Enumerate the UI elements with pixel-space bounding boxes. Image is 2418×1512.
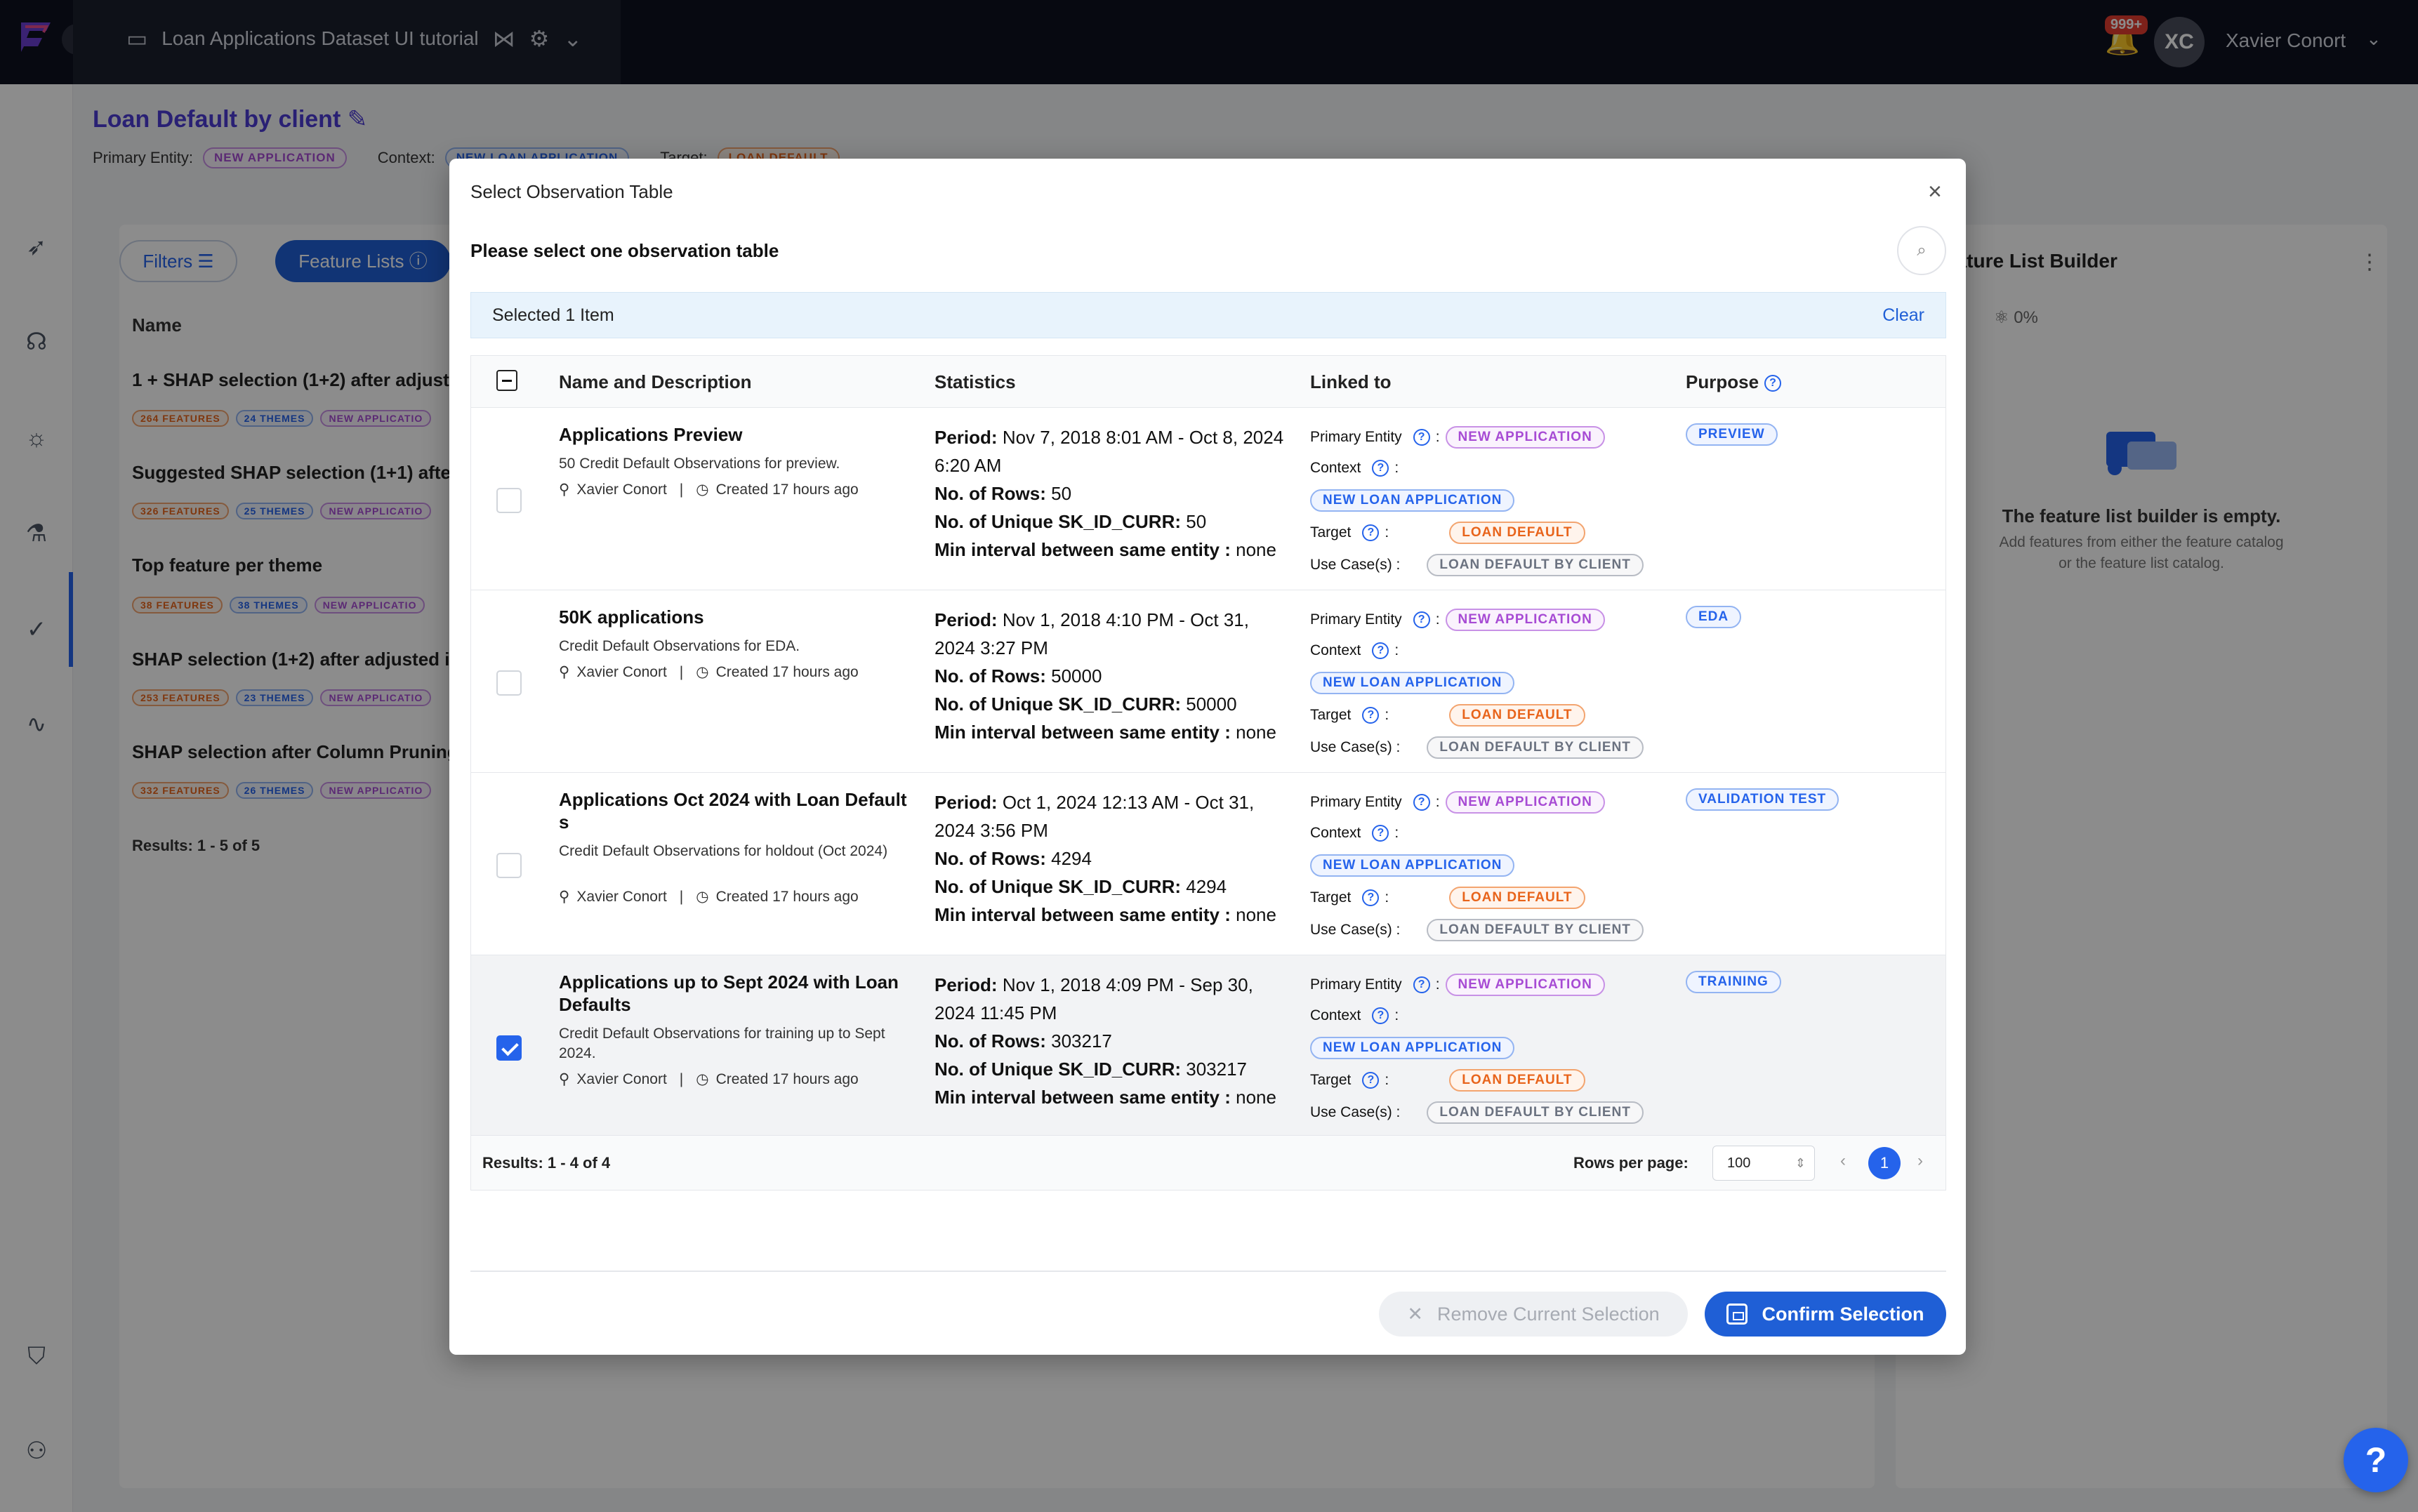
clock-icon: ◷ (696, 1071, 709, 1087)
purpose-badge: PREVIEW (1686, 423, 1778, 446)
user-icon: ⚲ (559, 482, 570, 498)
row-checkbox[interactable] (496, 670, 522, 696)
row-checkbox[interactable] (496, 488, 522, 513)
context-badge: NEW LOAN APPLICATION (1310, 489, 1515, 512)
primary-entity-badge: NEW APPLICATION (1445, 426, 1605, 449)
purpose-badge: TRAINING (1686, 971, 1781, 993)
row-description: Credit Default Observations for holdout … (559, 843, 888, 859)
results-count: Results: 1 - 4 of 4 (482, 1154, 611, 1172)
help-icon[interactable]: ? (1413, 611, 1430, 628)
clock-icon: ◷ (696, 889, 709, 905)
column-header-linked: Linked to (1310, 371, 1392, 392)
observation-table: Name and Description Statistics Linked t… (470, 355, 1946, 1191)
primary-entity-badge: NEW APPLICATION (1445, 974, 1605, 996)
help-icon[interactable]: ? (1413, 429, 1430, 446)
row-author: ⚲ Xavier Conort | ◷ Created 17 hours ago (559, 481, 859, 498)
column-header-purpose: Purpose? (1686, 371, 1782, 393)
help-icon[interactable]: ? (1413, 794, 1430, 811)
row-author: ⚲ Xavier Conort | ◷ Created 17 hours ago (559, 1070, 859, 1088)
context-badge: NEW LOAN APPLICATION (1310, 854, 1515, 877)
help-icon[interactable]: ? (1362, 524, 1380, 541)
modal-title: Select Observation Table (470, 181, 673, 202)
save-icon (1726, 1304, 1748, 1325)
search-icon[interactable]: ⌕ (1897, 226, 1946, 275)
row-statistics: Period: Nov 1, 2018 4:09 PM - Sep 30, 20… (934, 974, 1276, 1108)
help-icon[interactable]: ? (1362, 707, 1380, 724)
rows-per-page-select[interactable]: 100 ⇕ (1712, 1146, 1815, 1181)
user-icon: ⚲ (559, 664, 570, 680)
row-description: Credit Default Observations for EDA. (559, 638, 800, 654)
next-page-icon[interactable]: › (1917, 1151, 1923, 1171)
selection-bar: Selected 1 Item Clear (470, 292, 1946, 338)
help-icon[interactable]: ? (1362, 889, 1380, 906)
table-row[interactable]: 50K applications Credit Default Observat… (471, 590, 1945, 773)
table-footer: Results: 1 - 4 of 4 Rows per page: 100 ⇕ … (471, 1135, 1945, 1190)
use-case-badge: LOAN DEFAULT BY CLIENT (1427, 1101, 1644, 1124)
row-description: Credit Default Observations for training… (559, 1026, 885, 1061)
help-icon[interactable]: ? (1372, 1007, 1389, 1024)
help-icon[interactable]: ? (1372, 460, 1389, 477)
row-purpose: VALIDATION TEST (1686, 788, 1839, 811)
row-purpose: TRAINING (1686, 971, 1781, 993)
prev-page-icon[interactable]: ‹ (1840, 1151, 1846, 1171)
help-icon[interactable]: ? (1362, 1072, 1380, 1089)
target-badge: LOAN DEFAULT (1449, 1069, 1585, 1092)
column-header-name: Name and Description (559, 371, 752, 392)
row-name: Applications up to Sept 2024 with Loan D… (559, 971, 899, 1015)
context-badge: NEW LOAN APPLICATION (1310, 1037, 1515, 1059)
row-statistics: Period: Oct 1, 2024 12:13 AM - Oct 31, 2… (934, 792, 1276, 925)
page-button-current[interactable]: 1 (1868, 1147, 1901, 1179)
target-badge: LOAN DEFAULT (1449, 704, 1585, 727)
row-name: 50K applications (559, 606, 704, 628)
clock-icon: ◷ (696, 664, 709, 680)
footer-divider (470, 1271, 1946, 1272)
close-icon[interactable]: × (1928, 178, 1942, 206)
primary-entity-badge: NEW APPLICATION (1445, 609, 1605, 631)
row-name: Applications Oct 2024 with Loan Default … (559, 789, 907, 833)
help-button[interactable]: ? (2344, 1428, 2408, 1492)
row-statistics: Period: Nov 7, 2018 8:01 AM - Oct 8, 202… (934, 427, 1284, 560)
row-name: Applications Preview (559, 424, 743, 445)
clear-selection-link[interactable]: Clear (1882, 305, 1924, 326)
row-purpose: PREVIEW (1686, 423, 1778, 446)
user-icon: ⚲ (559, 1071, 570, 1087)
row-author: ⚲ Xavier Conort | ◷ Created 17 hours ago (559, 888, 859, 906)
select-all-checkbox[interactable] (496, 370, 517, 391)
confirm-selection-button[interactable]: Confirm Selection (1705, 1292, 1946, 1337)
clock-icon: ◷ (696, 482, 709, 498)
row-purpose: EDA (1686, 606, 1742, 628)
target-badge: LOAN DEFAULT (1449, 522, 1585, 544)
selection-count: Selected 1 Item (492, 305, 614, 325)
remove-selection-button[interactable]: ✕ Remove Current Selection (1379, 1292, 1688, 1337)
select-observation-table-modal: Select Observation Table × Please select… (449, 159, 1966, 1355)
row-description: 50 Credit Default Observations for previ… (559, 456, 840, 472)
select-arrows-icon: ⇕ (1795, 1156, 1806, 1170)
rows-per-page-label: Rows per page: (1573, 1154, 1689, 1172)
use-case-badge: LOAN DEFAULT BY CLIENT (1427, 736, 1644, 759)
table-header: Name and Description Statistics Linked t… (471, 356, 1945, 408)
use-case-badge: LOAN DEFAULT BY CLIENT (1427, 919, 1644, 941)
context-badge: NEW LOAN APPLICATION (1310, 672, 1515, 694)
row-author: ⚲ Xavier Conort | ◷ Created 17 hours ago (559, 663, 859, 681)
column-header-statistics: Statistics (934, 371, 1016, 392)
purpose-badge: VALIDATION TEST (1686, 788, 1839, 811)
modal-subtitle: Please select one observation table (470, 240, 779, 261)
table-row[interactable]: Applications Oct 2024 with Loan Default … (471, 773, 1945, 955)
row-statistics: Period: Nov 1, 2018 4:10 PM - Oct 31, 20… (934, 609, 1276, 743)
help-icon[interactable]: ? (1764, 375, 1782, 392)
table-row[interactable]: Applications Preview 50 Credit Default O… (471, 408, 1945, 590)
close-icon: ✕ (1407, 1303, 1423, 1325)
table-row[interactable]: Applications up to Sept 2024 with Loan D… (471, 955, 1945, 1138)
user-icon: ⚲ (559, 889, 570, 905)
purpose-badge: EDA (1686, 606, 1742, 628)
help-icon[interactable]: ? (1372, 642, 1389, 659)
target-badge: LOAN DEFAULT (1449, 887, 1585, 909)
primary-entity-badge: NEW APPLICATION (1445, 791, 1605, 814)
use-case-badge: LOAN DEFAULT BY CLIENT (1427, 554, 1644, 576)
row-checkbox[interactable] (496, 853, 522, 878)
help-icon[interactable]: ? (1413, 976, 1430, 993)
row-checkbox[interactable] (496, 1035, 522, 1061)
help-icon[interactable]: ? (1372, 825, 1389, 842)
